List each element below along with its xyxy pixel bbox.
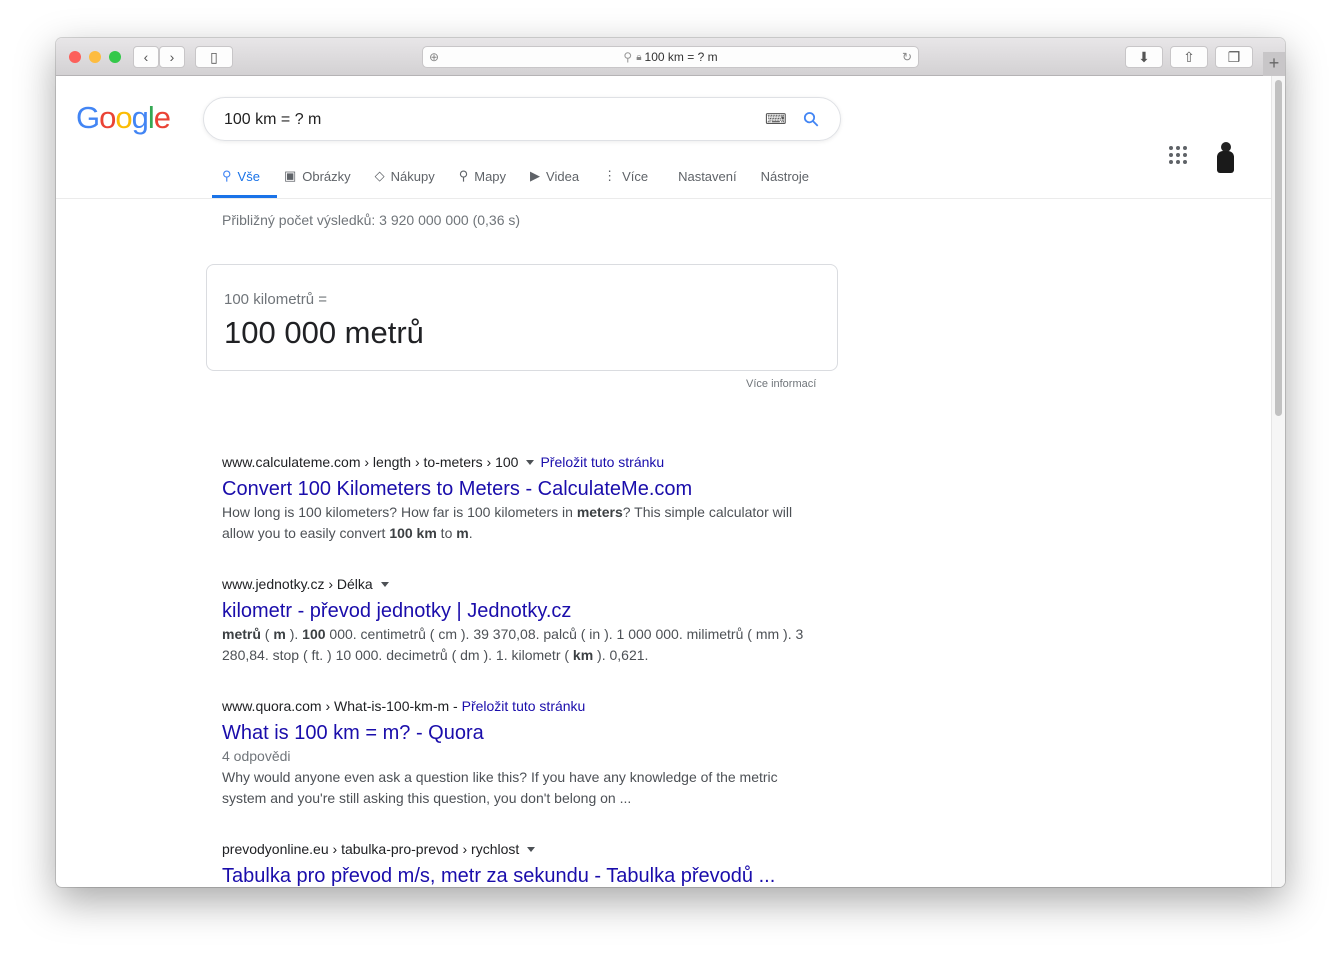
- result-title-link[interactable]: Tabulka pro převod m/s, metr za sekundu …: [222, 863, 812, 887]
- tab-all[interactable]: ⚲ Vše: [222, 166, 260, 186]
- result-snippet: Why would anyone even ask a question lik…: [222, 767, 812, 809]
- tab-settings[interactable]: Nastavení: [678, 166, 737, 186]
- tab-label: Nákupy: [390, 168, 435, 184]
- title-bar: ‹ › ▯ ⊕ ⚲ 🔒︎ 100 km = ? m ↻ ⬇ ⇧ ❐ +: [56, 38, 1285, 76]
- url-text: www.quora.com › What-is-100-km-m: [222, 698, 450, 714]
- avatar[interactable]: [1214, 142, 1238, 174]
- url-text: www.jednotky.cz › Délka: [222, 576, 373, 592]
- search-tabs: ⚲ Vše ▣ Obrázky ◇ Nákupy ⚲ Mapy ▶ Videa ⋮ Více…: [222, 166, 833, 186]
- snippet-text: 100: [302, 626, 326, 642]
- tab-label: Videa: [546, 168, 580, 184]
- tabs-overview-icon[interactable]: ❐: [1215, 46, 1253, 68]
- translate-link[interactable]: Přeložit tuto stránku: [462, 698, 586, 714]
- dropdown-caret-icon[interactable]: [380, 581, 389, 587]
- tab-tools[interactable]: Nástroje: [761, 166, 809, 186]
- conversion-result: 100 000 metrů: [224, 315, 424, 350]
- snippet-text: ).: [285, 626, 303, 642]
- close-button[interactable]: [69, 51, 81, 63]
- apps-icon[interactable]: [1169, 146, 1187, 164]
- snippet-text: Why would anyone even ask a question lik…: [222, 769, 778, 806]
- address-bar[interactable]: ⊕ ⚲ 🔒︎ 100 km = ? m ↻: [422, 46, 919, 68]
- search-box[interactable]: 100 km = ? m ⌨ ⚲: [203, 97, 841, 141]
- tab-label: Nastavení: [678, 168, 737, 184]
- result-url[interactable]: www.jednotky.cz › Délka: [222, 574, 812, 594]
- search-result: prevodyonline.eu › tabulka-pro-prevod › …: [222, 839, 812, 887]
- result-url[interactable]: www.quora.com › What-is-100-km-m - Přelo…: [222, 696, 812, 716]
- url-text: prevodyonline.eu › tabulka-pro-prevod › …: [222, 841, 520, 857]
- dropdown-caret-icon[interactable]: [527, 846, 536, 852]
- add-icon[interactable]: ⊕: [429, 50, 439, 64]
- minimize-button[interactable]: [89, 51, 101, 63]
- scrollbar[interactable]: [1271, 76, 1285, 887]
- snippet-text: m: [456, 525, 469, 541]
- search-icon: ⚲: [222, 168, 232, 183]
- page-content: Google 100 km = ? m ⌨ ⚲ ⚲ Vše ▣ Obrázky ◇ N…: [56, 76, 1285, 887]
- search-icon: ⚲: [623, 50, 633, 64]
- sidebar-icon[interactable]: ▯: [195, 46, 233, 68]
- header-divider: [56, 198, 1272, 199]
- tab-label: Více: [622, 168, 649, 184]
- result-title-link[interactable]: Convert 100 Kilometers to Meters - Calcu…: [222, 476, 812, 502]
- conversion-source: 100 kilometrů =: [224, 291, 327, 308]
- image-icon: ▣: [283, 168, 297, 183]
- result-snippet: metrů ( m ). 100 000. centimetrů ( cm ).…: [222, 624, 812, 666]
- result-title-link[interactable]: What is 100 km = m? - Quora: [222, 720, 812, 746]
- unit-converter-card: 100 kilometrů = 100 000 metrů: [206, 264, 838, 371]
- downloads-icon[interactable]: ⬇: [1125, 46, 1163, 68]
- share-icon[interactable]: ⇧: [1170, 46, 1208, 68]
- address-text: 100 km = ? m: [644, 50, 718, 64]
- snippet-text: to: [436, 525, 457, 541]
- tag-icon: ◇: [374, 168, 385, 183]
- result-title-link[interactable]: kilometr - převod jednotky | Jednotky.cz: [222, 598, 812, 624]
- search-result: www.quora.com › What-is-100-km-m - Přelo…: [222, 696, 812, 809]
- browser-window: ‹ › ▯ ⊕ ⚲ 🔒︎ 100 km = ? m ↻ ⬇ ⇧ ❐ + Goog…: [56, 38, 1285, 887]
- back-button[interactable]: ‹: [133, 46, 159, 68]
- zoom-button[interactable]: [109, 51, 121, 63]
- tab-shopping[interactable]: ◇ Nákupy: [375, 166, 435, 186]
- forward-button[interactable]: ›: [159, 46, 185, 68]
- play-icon: ▶: [530, 168, 541, 183]
- translate-link[interactable]: Přeložit tuto stránku: [540, 454, 664, 470]
- url-text: www.calculateme.com › length › to-meters…: [222, 454, 519, 470]
- keyboard-icon[interactable]: ⌨: [765, 110, 787, 128]
- tab-videos[interactable]: ▶ Videa: [530, 166, 579, 186]
- snippet-text: metrů: [222, 626, 261, 642]
- snippet-text: m: [273, 626, 286, 642]
- tab-label: Vše: [237, 168, 260, 184]
- reload-icon[interactable]: ↻: [902, 50, 912, 64]
- snippet-text: .: [468, 525, 473, 541]
- snippet-text: km: [572, 647, 594, 663]
- snippet-text: 100 km: [389, 525, 437, 541]
- search-icon[interactable]: ⚲: [797, 105, 825, 133]
- tab-maps[interactable]: ⚲ Mapy: [459, 166, 506, 186]
- search-input[interactable]: 100 km = ? m: [224, 111, 321, 129]
- more-vert-icon: ⋮: [603, 168, 617, 183]
- result-url[interactable]: www.calculateme.com › length › to-meters…: [222, 452, 812, 472]
- google-logo[interactable]: Google: [76, 100, 171, 136]
- snippet-text: meters: [576, 504, 623, 520]
- result-stats: Přibližný počet výsledků: 3 920 000 000 …: [222, 212, 521, 228]
- lock-icon: 🔒︎: [636, 51, 642, 63]
- tab-label: Obrázky: [302, 168, 351, 184]
- tab-label: Mapy: [474, 168, 507, 184]
- answer-count: 4 odpovědi: [222, 748, 291, 764]
- snippet-text: (: [260, 626, 274, 642]
- tab-label: Nástroje: [760, 168, 810, 184]
- tab-more[interactable]: ⋮ Více: [603, 166, 648, 186]
- result-url[interactable]: prevodyonline.eu › tabulka-pro-prevod › …: [222, 839, 812, 859]
- result-snippet: How long is 100 kilometers? How far is 1…: [222, 502, 812, 544]
- search-result: www.calculateme.com › length › to-meters…: [222, 452, 812, 544]
- scrollbar-thumb[interactable]: [1275, 80, 1282, 416]
- map-pin-icon: ⚲: [458, 168, 469, 183]
- dropdown-caret-icon[interactable]: [526, 459, 535, 465]
- snippet-text: How long is 100 kilometers? How far is 1…: [222, 504, 577, 520]
- more-info-link[interactable]: Více informací: [746, 378, 816, 390]
- search-result: www.jednotky.cz › Délka kilometr - převod…: [222, 574, 812, 666]
- new-tab-button[interactable]: +: [1263, 52, 1285, 76]
- tab-images[interactable]: ▣ Obrázky: [284, 166, 351, 186]
- snippet-text: ). 0,621.: [593, 647, 649, 663]
